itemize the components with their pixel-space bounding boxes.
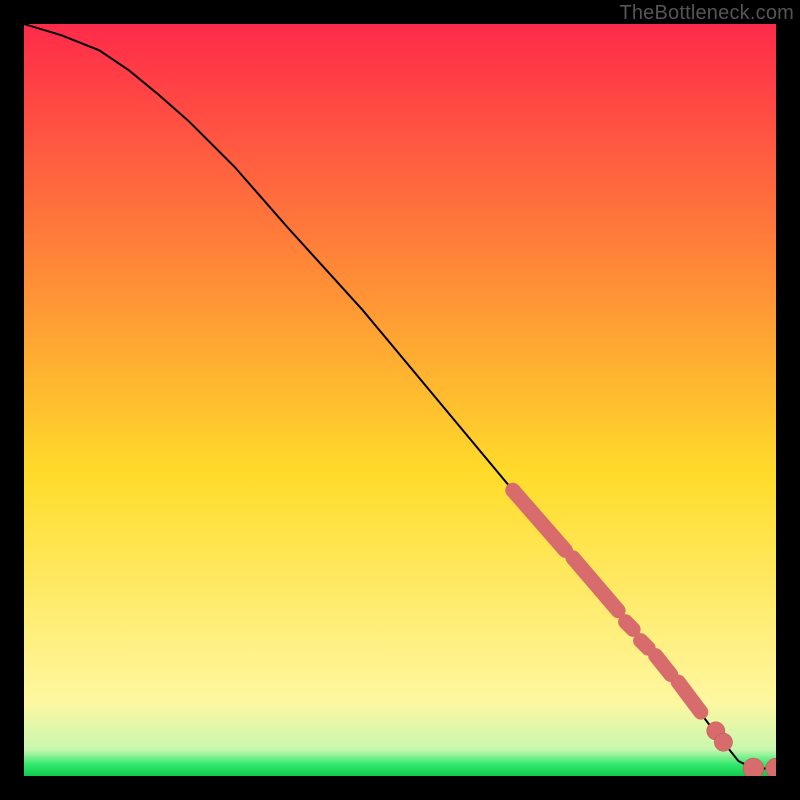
data-dot-segment	[641, 641, 649, 649]
plot-area	[24, 24, 776, 776]
data-dot-segment	[626, 622, 634, 630]
data-dot	[743, 758, 764, 776]
data-dot	[714, 733, 732, 751]
chart-stage: TheBottleneck.com	[0, 0, 800, 800]
chart-svg	[24, 24, 776, 776]
attribution-label: TheBottleneck.com	[619, 2, 794, 25]
